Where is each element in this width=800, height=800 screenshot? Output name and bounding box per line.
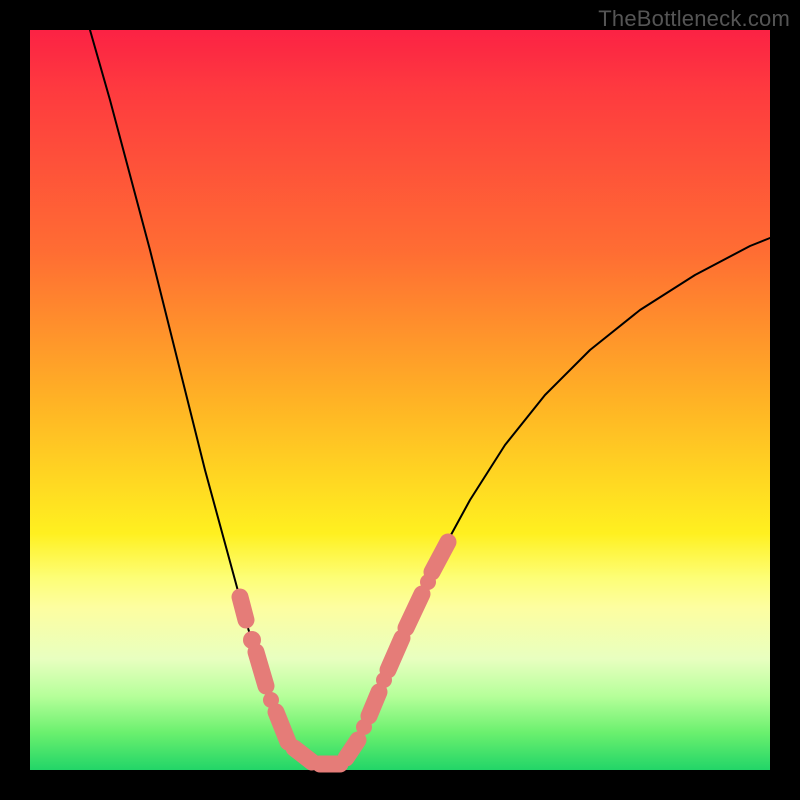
curve-marker — [256, 652, 266, 686]
curve-marker — [276, 712, 288, 742]
watermark-text: TheBottleneck.com — [598, 6, 790, 32]
chart-svg — [30, 30, 770, 770]
curve-marker — [294, 748, 312, 762]
curve-marker — [369, 692, 379, 716]
curve-marker — [432, 542, 448, 572]
curve-marker — [406, 594, 422, 628]
curve-marker — [346, 740, 358, 758]
curve-marker — [240, 597, 246, 620]
chart-frame: TheBottleneck.com — [0, 0, 800, 800]
plot-area — [30, 30, 770, 770]
curve-marker — [388, 638, 402, 670]
marker-group — [240, 542, 448, 764]
bottleneck-curve — [90, 30, 770, 765]
curve-group — [90, 30, 770, 765]
